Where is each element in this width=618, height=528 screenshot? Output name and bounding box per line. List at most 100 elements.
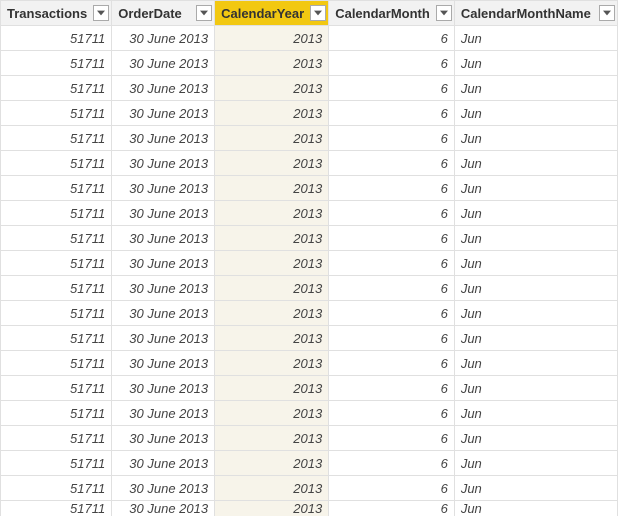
cell-transactions: 51711 <box>1 351 112 376</box>
table-row[interactable]: 5171130 June 201320136Jun <box>1 426 618 451</box>
table-row[interactable]: 5171130 June 201320136Jun <box>1 401 618 426</box>
cell-transactions: 51711 <box>1 376 112 401</box>
table-row[interactable]: 5171130 June 201320136Jun <box>1 226 618 251</box>
cell-orderDate: 30 June 2013 <box>112 351 215 376</box>
data-table: Transactions OrderDate CalendarYear Calenda… <box>0 0 618 516</box>
table-row[interactable]: 5171130 June 201320136Jun <box>1 501 618 517</box>
cell-calendarMonthName: Jun <box>454 201 617 226</box>
cell-orderDate: 30 June 2013 <box>112 226 215 251</box>
cell-calendarYear: 2013 <box>215 226 329 251</box>
table-row[interactable]: 5171130 June 201320136Jun <box>1 451 618 476</box>
cell-calendarYear: 2013 <box>215 376 329 401</box>
cell-calendarMonthName: Jun <box>454 451 617 476</box>
table-row[interactable]: 5171130 June 201320136Jun <box>1 126 618 151</box>
cell-calendarMonthName: Jun <box>454 226 617 251</box>
table-row[interactable]: 5171130 June 201320136Jun <box>1 476 618 501</box>
cell-calendarMonthName: Jun <box>454 51 617 76</box>
cell-calendarYear: 2013 <box>215 426 329 451</box>
cell-calendarMonth: 6 <box>329 451 455 476</box>
cell-orderDate: 30 June 2013 <box>112 376 215 401</box>
cell-calendarMonthName: Jun <box>454 26 617 51</box>
filter-button-orderDate[interactable] <box>196 5 212 21</box>
table-body: 5171130 June 201320136Jun5171130 June 20… <box>1 26 618 517</box>
cell-calendarMonthName: Jun <box>454 326 617 351</box>
filter-button-calendarMonth[interactable] <box>436 5 452 21</box>
cell-orderDate: 30 June 2013 <box>112 401 215 426</box>
chevron-down-icon <box>97 10 105 16</box>
chevron-down-icon <box>314 10 322 16</box>
table-row[interactable]: 5171130 June 201320136Jun <box>1 51 618 76</box>
cell-calendarYear: 2013 <box>215 151 329 176</box>
column-header-calendarMonthName[interactable]: CalendarMonthName <box>454 1 617 26</box>
cell-calendarMonthName: Jun <box>454 476 617 501</box>
cell-calendarMonth: 6 <box>329 401 455 426</box>
cell-transactions: 51711 <box>1 426 112 451</box>
cell-calendarMonthName: Jun <box>454 376 617 401</box>
cell-transactions: 51711 <box>1 476 112 501</box>
filter-button-transactions[interactable] <box>93 5 109 21</box>
table-row[interactable]: 5171130 June 201320136Jun <box>1 151 618 176</box>
cell-calendarMonth: 6 <box>329 301 455 326</box>
cell-calendarYear: 2013 <box>215 401 329 426</box>
cell-calendarYear: 2013 <box>215 51 329 76</box>
cell-calendarMonth: 6 <box>329 376 455 401</box>
cell-orderDate: 30 June 2013 <box>112 51 215 76</box>
column-header-label: Transactions <box>7 6 87 21</box>
cell-calendarYear: 2013 <box>215 201 329 226</box>
cell-calendarMonth: 6 <box>329 501 455 517</box>
table-row[interactable]: 5171130 June 201320136Jun <box>1 351 618 376</box>
table-row[interactable]: 5171130 June 201320136Jun <box>1 26 618 51</box>
cell-calendarYear: 2013 <box>215 326 329 351</box>
cell-orderDate: 30 June 2013 <box>112 426 215 451</box>
cell-orderDate: 30 June 2013 <box>112 151 215 176</box>
table-row[interactable]: 5171130 June 201320136Jun <box>1 251 618 276</box>
chevron-down-icon <box>200 10 208 16</box>
cell-calendarMonthName: Jun <box>454 101 617 126</box>
cell-orderDate: 30 June 2013 <box>112 126 215 151</box>
cell-calendarMonth: 6 <box>329 151 455 176</box>
cell-calendarYear: 2013 <box>215 501 329 517</box>
cell-calendarMonth: 6 <box>329 426 455 451</box>
filter-button-calendarMonthName[interactable] <box>599 5 615 21</box>
cell-calendarYear: 2013 <box>215 101 329 126</box>
table-row[interactable]: 5171130 June 201320136Jun <box>1 101 618 126</box>
cell-transactions: 51711 <box>1 401 112 426</box>
table-row[interactable]: 5171130 June 201320136Jun <box>1 326 618 351</box>
cell-transactions: 51711 <box>1 101 112 126</box>
table-row[interactable]: 5171130 June 201320136Jun <box>1 176 618 201</box>
cell-orderDate: 30 June 2013 <box>112 251 215 276</box>
cell-calendarMonth: 6 <box>329 476 455 501</box>
cell-calendarMonth: 6 <box>329 76 455 101</box>
cell-calendarMonth: 6 <box>329 51 455 76</box>
column-header-label: CalendarMonth <box>335 6 430 21</box>
cell-calendarMonthName: Jun <box>454 426 617 451</box>
table-row[interactable]: 5171130 June 201320136Jun <box>1 276 618 301</box>
cell-transactions: 51711 <box>1 76 112 101</box>
cell-calendarMonth: 6 <box>329 26 455 51</box>
table-row[interactable]: 5171130 June 201320136Jun <box>1 376 618 401</box>
cell-calendarMonth: 6 <box>329 176 455 201</box>
filter-button-calendarYear[interactable] <box>310 5 326 21</box>
column-header-calendarYear[interactable]: CalendarYear <box>215 1 329 26</box>
cell-calendarYear: 2013 <box>215 476 329 501</box>
column-header-label: CalendarYear <box>221 6 304 21</box>
table-row[interactable]: 5171130 June 201320136Jun <box>1 76 618 101</box>
cell-transactions: 51711 <box>1 26 112 51</box>
column-header-orderDate[interactable]: OrderDate <box>112 1 215 26</box>
cell-calendarMonth: 6 <box>329 351 455 376</box>
cell-transactions: 51711 <box>1 276 112 301</box>
table-row[interactable]: 5171130 June 201320136Jun <box>1 301 618 326</box>
cell-calendarMonth: 6 <box>329 251 455 276</box>
column-header-transactions[interactable]: Transactions <box>1 1 112 26</box>
cell-orderDate: 30 June 2013 <box>112 26 215 51</box>
cell-calendarYear: 2013 <box>215 176 329 201</box>
cell-orderDate: 30 June 2013 <box>112 301 215 326</box>
table-row[interactable]: 5171130 June 201320136Jun <box>1 201 618 226</box>
cell-transactions: 51711 <box>1 451 112 476</box>
cell-transactions: 51711 <box>1 151 112 176</box>
cell-calendarYear: 2013 <box>215 26 329 51</box>
cell-transactions: 51711 <box>1 326 112 351</box>
cell-orderDate: 30 June 2013 <box>112 201 215 226</box>
column-header-calendarMonth[interactable]: CalendarMonth <box>329 1 455 26</box>
cell-calendarMonth: 6 <box>329 326 455 351</box>
